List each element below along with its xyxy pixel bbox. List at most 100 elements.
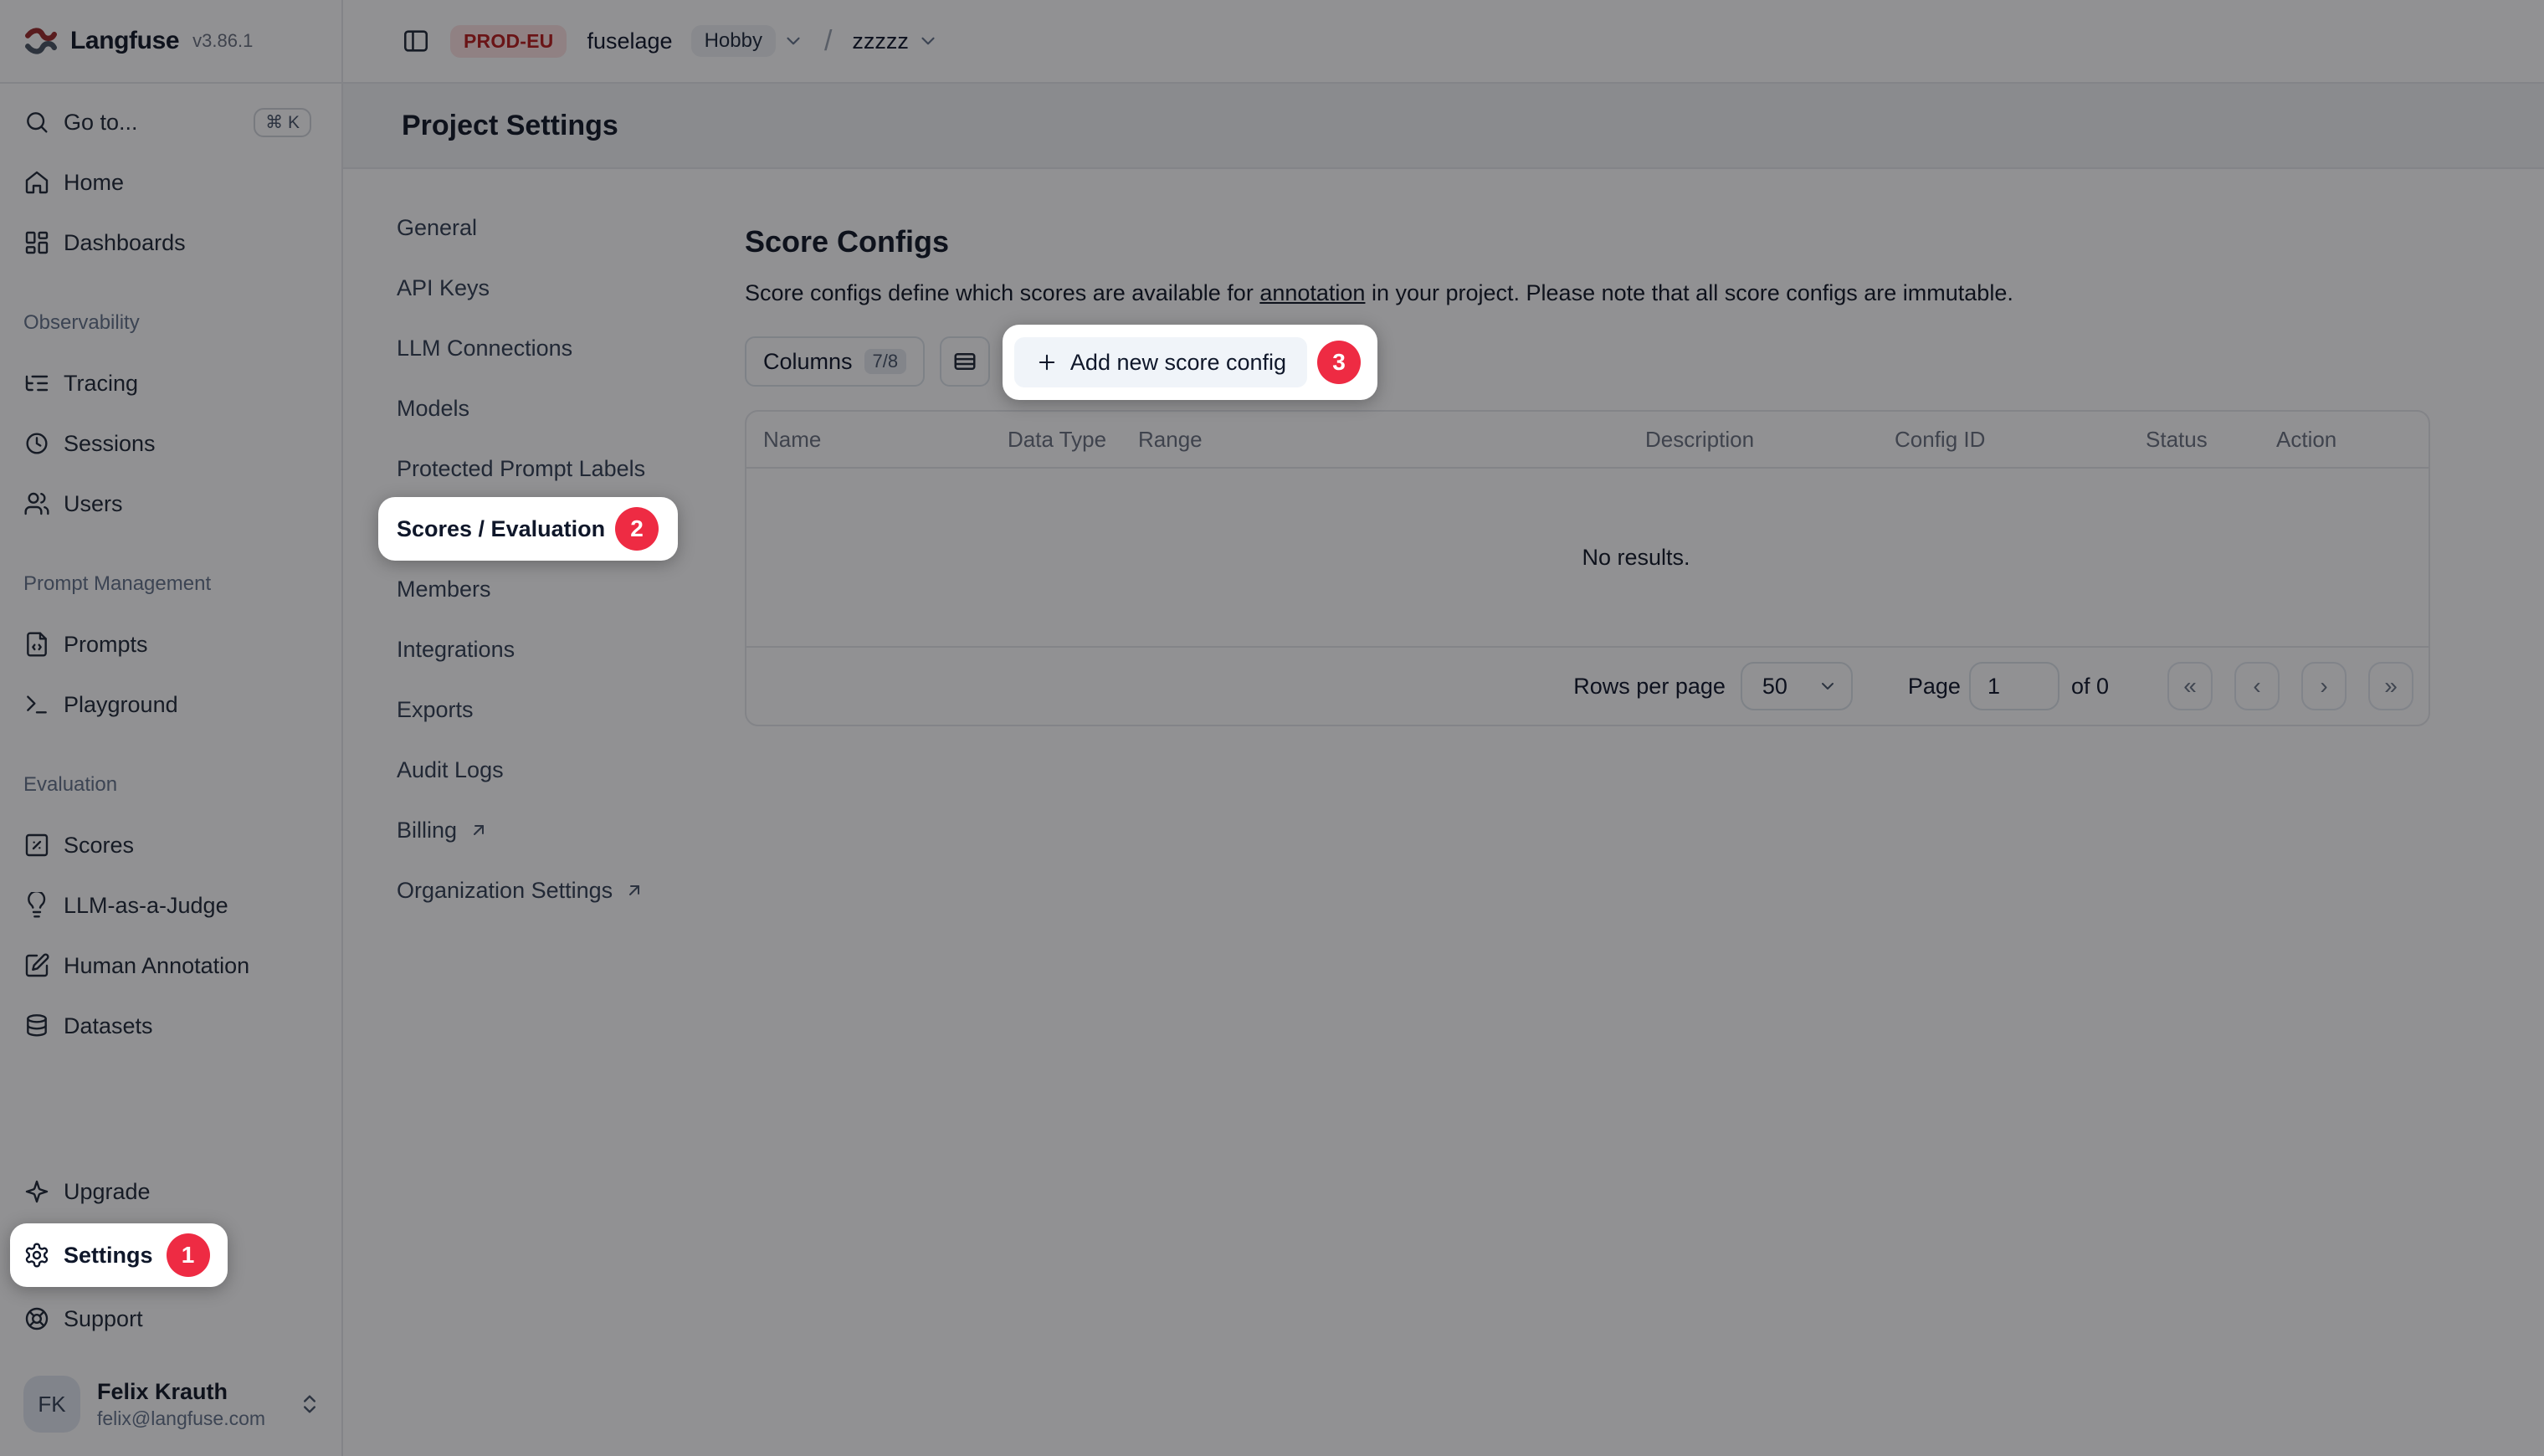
columns-count-badge: 7/8 xyxy=(864,349,907,374)
sidebar-item-label: Users xyxy=(64,491,123,517)
sidebar-item-label: Scores xyxy=(64,833,134,859)
breadcrumb-separator: / xyxy=(824,25,832,58)
settings-nav-scores-evaluation[interactable]: Scores / Evaluation 2 xyxy=(397,507,745,551)
settings-nav-api-keys[interactable]: API Keys xyxy=(397,266,745,310)
breadcrumb-org[interactable]: fuselage xyxy=(587,28,672,54)
sidebar-item-label: Upgrade xyxy=(64,1179,151,1205)
sidebar-item-scores[interactable]: Scores xyxy=(23,815,311,875)
sidebar-item-label: Human Annotation xyxy=(64,953,249,979)
tutorial-step-badge-1: 1 xyxy=(167,1233,210,1277)
sidebar-item-label: Sessions xyxy=(64,431,156,457)
langfuse-app: Langfuse v3.86.1 Go to... ⌘ K Home xyxy=(0,0,2544,1456)
terminal-icon xyxy=(23,691,50,718)
sidebar-item-sessions[interactable]: Sessions xyxy=(23,413,311,474)
topbar: PROD-EU fuselage Hobby / zzzzz xyxy=(343,0,2544,84)
score-configs-section: Score Configs Score configs define which… xyxy=(745,169,2430,1456)
gear-icon xyxy=(23,1242,50,1269)
sidebar-item-dashboards[interactable]: Dashboards xyxy=(23,213,311,273)
settings-nav-billing[interactable]: Billing xyxy=(397,808,745,852)
sidebar-item-llm-as-a-judge[interactable]: LLM-as-a-Judge xyxy=(23,875,311,936)
avatar: FK xyxy=(23,1376,80,1433)
arrow-up-right-icon xyxy=(469,820,489,840)
goto-search[interactable]: Go to... ⌘ K xyxy=(23,92,311,152)
previous-page-button[interactable]: ‹ xyxy=(2234,662,2280,710)
settings-nav-audit-logs[interactable]: Audit Logs xyxy=(397,748,745,792)
col-header-range: Range xyxy=(1138,427,1645,453)
last-page-button[interactable]: » xyxy=(2368,662,2413,710)
col-header-description: Description xyxy=(1645,427,1895,453)
content: General API Keys LLM Connections Models … xyxy=(343,169,2544,1456)
section-header-evaluation: Evaluation xyxy=(23,755,311,815)
chevron-left-icon: ‹ xyxy=(2253,673,2260,700)
row-height-button[interactable] xyxy=(940,336,990,387)
section-header-prompt-management: Prompt Management xyxy=(23,554,311,614)
empty-state: No results. xyxy=(746,469,2429,646)
rows-per-page-label: Rows per page xyxy=(1573,674,1726,700)
sidebar-item-label: Dashboards xyxy=(64,230,186,256)
sidebar-item-home[interactable]: Home xyxy=(23,152,311,213)
next-page-button[interactable]: › xyxy=(2301,662,2347,710)
chevrons-right-icon: » xyxy=(2384,673,2398,700)
panel-left-icon[interactable] xyxy=(402,27,430,55)
section-header-observability: Observability xyxy=(23,293,311,353)
langfuse-logo-icon xyxy=(25,27,57,55)
sidebar-item-upgrade[interactable]: Upgrade xyxy=(23,1161,321,1222)
sidebar-item-playground[interactable]: Playground xyxy=(23,674,311,735)
user-menu[interactable]: FK Felix Krauth felix@langfuse.com xyxy=(23,1376,321,1433)
annotation-link[interactable]: annotation xyxy=(1259,280,1365,305)
page-number-input[interactable] xyxy=(1969,662,2059,710)
org-plan-switcher[interactable]: Hobby xyxy=(691,25,804,57)
chevron-down-icon xyxy=(1818,676,1838,696)
chevrons-up-down-icon xyxy=(298,1392,321,1416)
sidebar-footer: Upgrade Settings 1 Support FK xyxy=(0,1161,341,1456)
add-score-config-spotlight: Add new score config 3 xyxy=(1003,325,1377,400)
clock-icon xyxy=(23,430,50,457)
clipboard-pen-icon xyxy=(23,952,50,979)
file-code-icon xyxy=(23,631,50,658)
table-header-row: Name Data Type Range Description Config … xyxy=(746,412,2429,469)
project-switcher[interactable]: zzzzz xyxy=(852,28,939,54)
rows-per-page-select[interactable]: 50 xyxy=(1741,662,1853,710)
score-configs-table: Name Data Type Range Description Config … xyxy=(745,410,2430,726)
sidebar-item-tracing[interactable]: Tracing xyxy=(23,353,311,413)
sidebar-item-settings[interactable]: Settings 1 xyxy=(10,1223,228,1287)
settings-nav-members[interactable]: Members xyxy=(397,567,745,611)
settings-nav-general[interactable]: General xyxy=(397,206,745,249)
dashboards-icon xyxy=(23,229,50,256)
page-title-bar: Project Settings xyxy=(343,84,2544,169)
settings-nav-integrations[interactable]: Integrations xyxy=(397,628,745,671)
chevron-down-icon xyxy=(917,30,939,52)
chevron-down-icon xyxy=(782,30,804,52)
sidebar-item-label: Support xyxy=(64,1306,143,1332)
tutorial-step-badge-3: 3 xyxy=(1317,341,1361,384)
settings-nav-organization-settings[interactable]: Organization Settings xyxy=(397,869,745,912)
env-badge: PROD-EU xyxy=(450,25,567,58)
sidebar-item-support[interactable]: Support xyxy=(23,1289,321,1349)
add-score-config-button[interactable]: Add new score config xyxy=(1014,337,1307,387)
tutorial-step-badge-2: 2 xyxy=(615,507,659,551)
user-name: Felix Krauth xyxy=(97,1378,265,1407)
search-icon xyxy=(23,109,50,136)
col-header-action: Action xyxy=(2276,427,2429,453)
settings-nav-exports[interactable]: Exports xyxy=(397,688,745,731)
lightbulb-icon xyxy=(23,892,50,919)
settings-nav-models[interactable]: Models xyxy=(397,387,745,430)
section-description: Score configs define which scores are av… xyxy=(745,278,2430,308)
columns-button[interactable]: Columns 7/8 xyxy=(745,336,925,387)
col-header-name: Name xyxy=(763,427,1008,453)
sidebar-item-users[interactable]: Users xyxy=(23,474,311,534)
chevrons-left-icon: « xyxy=(2183,673,2197,700)
settings-nav: General API Keys LLM Connections Models … xyxy=(343,169,745,1456)
settings-nav-llm-connections[interactable]: LLM Connections xyxy=(397,326,745,370)
sidebar-header: Langfuse v3.86.1 xyxy=(0,0,341,84)
sidebar-nav: Go to... ⌘ K Home Dashboards Observabili… xyxy=(0,84,341,1056)
section-heading: Score Configs xyxy=(745,219,2430,264)
first-page-button[interactable]: « xyxy=(2167,662,2213,710)
sidebar-item-prompts[interactable]: Prompts xyxy=(23,614,311,674)
settings-nav-protected-prompt-labels[interactable]: Protected Prompt Labels xyxy=(397,447,745,490)
percent-square-icon xyxy=(23,832,50,859)
col-header-config-id: Config ID xyxy=(1895,427,2146,453)
arrow-up-right-icon xyxy=(624,880,644,900)
sidebar-item-datasets[interactable]: Datasets xyxy=(23,996,311,1056)
sidebar-item-human-annotation[interactable]: Human Annotation xyxy=(23,936,311,996)
